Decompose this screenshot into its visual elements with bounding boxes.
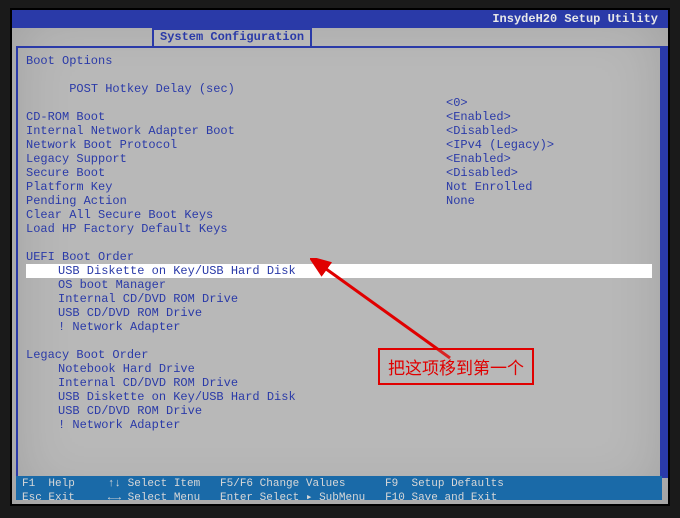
setting-row[interactable]: Legacy Support <Enabled> (26, 152, 652, 166)
setting-value: <IPv4 (Legacy)> (446, 138, 554, 152)
post-hotkey-row[interactable]: POST Hotkey Delay (sec) <0> (26, 68, 652, 82)
setting-label: CD-ROM Boot (26, 110, 105, 124)
legacy-boot-item[interactable]: USB Diskette on Key/USB Hard Disk (26, 390, 652, 404)
setting-row[interactable]: Secure Boot <Disabled> (26, 166, 652, 180)
setting-row[interactable]: Clear All Secure Boot Keys (26, 208, 652, 222)
setting-label: Load HP Factory Default Keys (26, 222, 228, 236)
setting-row[interactable]: Network Boot Protocol <IPv4 (Legacy)> (26, 138, 652, 152)
setting-value: Not Enrolled (446, 180, 532, 194)
legacy-boot-item[interactable]: ! Network Adapter (26, 418, 652, 432)
legacy-boot-item[interactable]: Notebook Hard Drive (26, 362, 652, 376)
setting-value: <Disabled> (446, 124, 518, 138)
help-bar: F1 Help ↑↓ Select Item F5/F6 Change Valu… (16, 476, 662, 500)
title-bar: InsydeH20 Setup Utility (12, 10, 668, 28)
bios-screen: InsydeH20 Setup Utility System Configura… (10, 8, 670, 506)
setting-value: <Disabled> (446, 166, 518, 180)
uefi-boot-item[interactable]: USB CD/DVD ROM Drive (26, 306, 652, 320)
setting-value: None (446, 194, 475, 208)
boot-options-header: Boot Options (26, 54, 652, 68)
setting-row[interactable]: Internal Network Adapter Boot <Disabled> (26, 124, 652, 138)
main-panel: Boot Options POST Hotkey Delay (sec) <0>… (16, 46, 662, 478)
annotation-box: 把这项移到第一个 (378, 348, 534, 385)
right-gutter (662, 46, 668, 478)
uefi-boot-item[interactable]: ! Network Adapter (26, 320, 652, 334)
setting-label: Platform Key (26, 180, 112, 194)
setting-value: <Enabled> (446, 110, 511, 124)
legacy-boot-item[interactable]: Internal CD/DVD ROM Drive (26, 376, 652, 390)
uefi-boot-item[interactable]: USB Diskette on Key/USB Hard Disk (26, 264, 652, 278)
utility-title: InsydeH20 Setup Utility (492, 12, 658, 26)
legacy-boot-item[interactable]: USB CD/DVD ROM Drive (26, 404, 652, 418)
setting-row[interactable]: Pending Action None (26, 194, 652, 208)
legacy-boot-order-header: Legacy Boot Order (26, 348, 652, 362)
setting-label: Pending Action (26, 194, 127, 208)
setting-row[interactable]: Load HP Factory Default Keys (26, 222, 652, 236)
setting-label: Clear All Secure Boot Keys (26, 208, 213, 222)
setting-label: Legacy Support (26, 152, 127, 166)
setting-label: Internal Network Adapter Boot (26, 124, 235, 138)
setting-value: <Enabled> (446, 152, 511, 166)
help-text: F1 Help ↑↓ Select Item F5/F6 Change Valu… (22, 478, 504, 500)
setting-label: Secure Boot (26, 166, 105, 180)
annotation-text: 把这项移到第一个 (388, 359, 524, 378)
setting-row[interactable]: Platform Key Not Enrolled (26, 180, 652, 194)
uefi-boot-item[interactable]: Internal CD/DVD ROM Drive (26, 292, 652, 306)
uefi-boot-item[interactable]: OS boot Manager (26, 278, 652, 292)
uefi-boot-order-header: UEFI Boot Order (26, 250, 652, 264)
setting-label: Network Boot Protocol (26, 138, 177, 152)
setting-row[interactable]: CD-ROM Boot <Enabled> (26, 110, 652, 124)
tab-system-configuration[interactable]: System Configuration (152, 28, 312, 46)
